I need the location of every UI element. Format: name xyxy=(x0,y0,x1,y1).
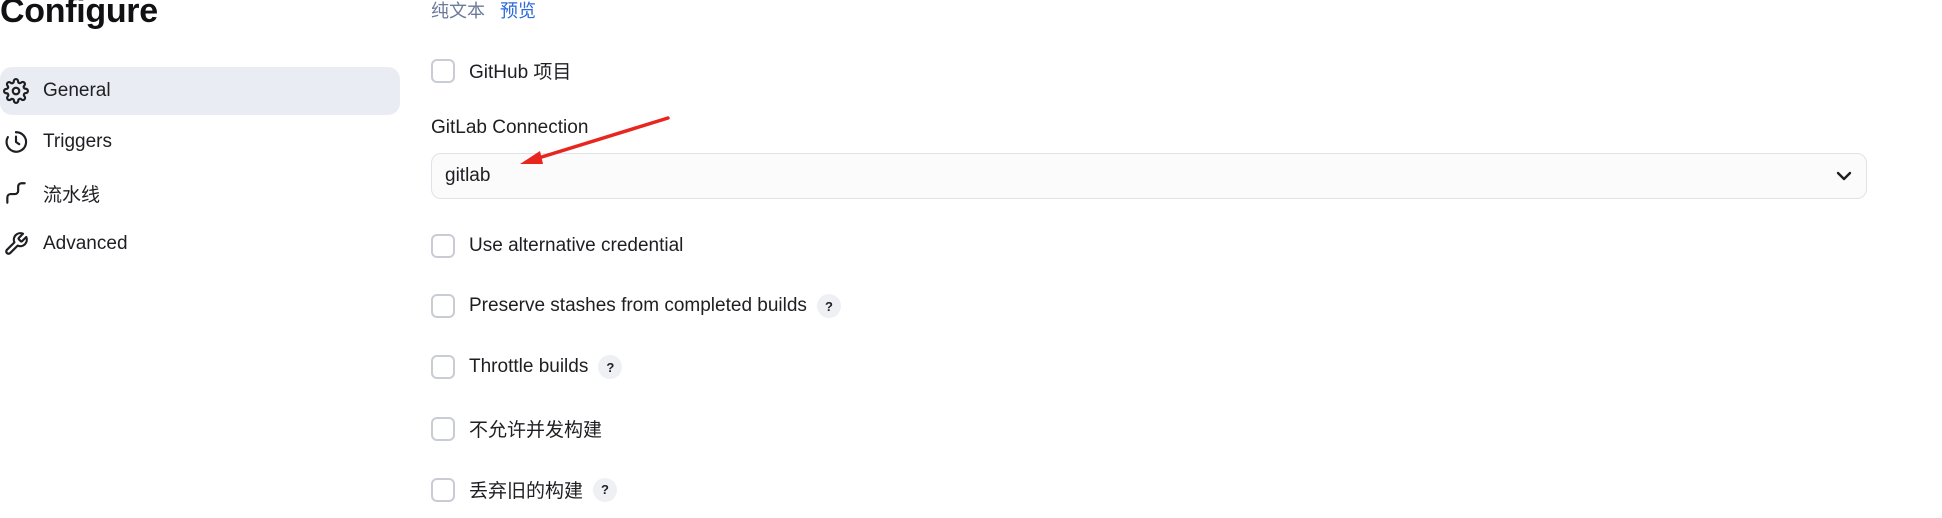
no-concurrent-builds-option[interactable]: 不允许并发构建 xyxy=(431,415,602,442)
page-title: Configure xyxy=(0,0,158,30)
github-project-checkbox[interactable] xyxy=(431,58,455,83)
gear-icon xyxy=(2,77,30,105)
no-concurrent-builds-checkbox[interactable] xyxy=(431,416,455,441)
sidebar-item-advanced[interactable]: Advanced xyxy=(0,220,400,268)
wrench-icon xyxy=(2,230,30,258)
preserve-stashes-option[interactable]: Preserve stashes from completed builds ? xyxy=(431,294,841,318)
pipeline-icon xyxy=(2,179,30,207)
sidebar-item-label: Advanced xyxy=(43,233,128,254)
preview-link[interactable]: 预览 xyxy=(500,1,536,21)
sidebar-item-general[interactable]: General xyxy=(0,67,400,115)
preserve-stashes-checkbox[interactable] xyxy=(431,294,455,318)
chevron-down-icon xyxy=(1832,164,1856,188)
alt-credential-option[interactable]: Use alternative credential xyxy=(431,234,683,258)
discard-old-builds-label: 丢弃旧的构建 xyxy=(469,481,584,502)
throttle-builds-label: Throttle builds xyxy=(469,356,589,377)
clock-icon xyxy=(2,128,30,156)
sidebar-item-triggers[interactable]: Triggers xyxy=(0,118,400,166)
gitlab-connection-value: gitlab xyxy=(445,165,491,186)
sidebar: General Triggers 流水线 Advanced xyxy=(0,67,400,271)
help-icon[interactable]: ? xyxy=(593,477,618,502)
alt-credential-label: Use alternative credential xyxy=(469,235,684,256)
sidebar-item-pipeline[interactable]: 流水线 xyxy=(0,169,400,217)
gitlab-connection-select[interactable]: gitlab xyxy=(431,153,1867,199)
github-project-option[interactable]: GitHub 项目 xyxy=(431,57,571,84)
no-concurrent-builds-label: 不允许并发构建 xyxy=(469,420,603,441)
gitlab-connection-label: GitLab Connection xyxy=(431,117,589,138)
preserve-stashes-label: Preserve stashes from completed builds xyxy=(469,295,807,316)
sidebar-item-label: Triggers xyxy=(43,131,112,152)
description-format-links: 纯文本 预览 xyxy=(431,0,536,23)
sidebar-item-label: 流水线 xyxy=(43,184,101,206)
discard-old-builds-checkbox[interactable] xyxy=(431,477,455,502)
help-icon[interactable]: ? xyxy=(816,294,841,318)
throttle-builds-option[interactable]: Throttle builds ? xyxy=(431,355,623,379)
sidebar-item-label: General xyxy=(43,80,111,101)
configure-page: Configure General Triggers 流水线 Advanced xyxy=(0,0,1942,518)
throttle-builds-checkbox[interactable] xyxy=(431,355,455,379)
discard-old-builds-option[interactable]: 丢弃旧的构建 ? xyxy=(431,476,618,503)
help-icon[interactable]: ? xyxy=(598,355,623,379)
github-project-label: GitHub 项目 xyxy=(469,62,572,83)
plain-text-link[interactable]: 纯文本 xyxy=(431,1,485,21)
alt-credential-checkbox[interactable] xyxy=(431,234,455,258)
